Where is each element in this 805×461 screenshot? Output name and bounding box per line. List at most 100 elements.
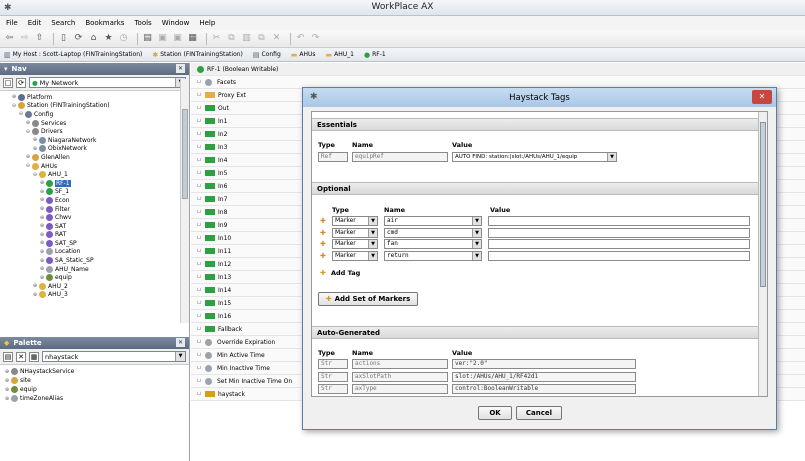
menu-item-file[interactable]: File bbox=[6, 19, 18, 27]
chevron-down-icon[interactable]: ▼ bbox=[472, 251, 481, 260]
expand-icon[interactable]: ⊔ bbox=[197, 365, 205, 371]
expand-icon[interactable]: ⊖ bbox=[11, 103, 17, 109]
expand-icon[interactable]: ⊕ bbox=[39, 180, 45, 186]
close-icon[interactable]: ✕ bbox=[176, 338, 185, 347]
expand-icon[interactable]: ⊔ bbox=[197, 261, 205, 267]
breadcrumb-item[interactable]: ▥ My Host : Scott-Laptop (FINTrainingStat… bbox=[4, 51, 142, 59]
expand-icon[interactable]: ⊖ bbox=[25, 163, 31, 169]
chevron-down-icon[interactable]: ▼ bbox=[607, 153, 616, 161]
tree-node[interactable]: ⊕ SF_1 bbox=[0, 188, 189, 197]
chevron-down-icon[interactable]: ▼ bbox=[368, 217, 377, 225]
duplicate-icon[interactable]: ⧉ bbox=[256, 33, 267, 44]
expand-icon[interactable]: ⊖ bbox=[25, 129, 31, 135]
expand-icon[interactable]: ⊕ bbox=[4, 387, 10, 393]
breadcrumb-item[interactable]: ▬ AHUs bbox=[291, 51, 316, 59]
chevron-down-icon[interactable]: ▼ bbox=[472, 217, 481, 225]
expand-icon[interactable]: ⊔ bbox=[197, 248, 205, 254]
remove-tag-icon[interactable]: ✚ bbox=[320, 240, 328, 248]
menu-item-tools[interactable]: Tools bbox=[134, 19, 151, 27]
expand-icon[interactable]: ⊕ bbox=[39, 275, 45, 281]
expand-icon[interactable]: ⊕ bbox=[39, 206, 45, 212]
expand-icon[interactable]: ⊔ bbox=[197, 92, 205, 98]
expand-icon[interactable]: ⊕ bbox=[32, 137, 38, 143]
save-bar-icon[interactable]: ▦ bbox=[187, 33, 198, 44]
tree-node[interactable]: ⊕ Econ bbox=[0, 196, 189, 205]
expand-icon[interactable]: ⊔ bbox=[197, 118, 205, 124]
refresh-icon[interactable]: ⟳ bbox=[73, 33, 84, 44]
expand-icon[interactable]: ⊔ bbox=[197, 196, 205, 202]
redo-icon[interactable]: ↷ bbox=[310, 33, 321, 44]
expand-icon[interactable]: ⊕ bbox=[25, 120, 31, 126]
tag-name-combo[interactable]: fan ▼ bbox=[384, 239, 482, 249]
cancel-button[interactable]: Cancel bbox=[516, 406, 562, 420]
expand-icon[interactable]: ⊕ bbox=[39, 240, 45, 246]
scroll-thumb[interactable] bbox=[760, 122, 766, 287]
expand-icon[interactable]: ⊔ bbox=[197, 170, 205, 176]
refresh-icon[interactable]: ⟳ bbox=[16, 77, 26, 88]
tag-type-select[interactable]: Marker ▼ bbox=[332, 239, 378, 249]
expand-icon[interactable]: ⊔ bbox=[197, 391, 205, 397]
palette-item[interactable]: ⊕ NHaystackService bbox=[0, 367, 189, 376]
tree-node[interactable]: ⊕ Filter bbox=[0, 205, 189, 214]
expand-icon[interactable]: ⊔ bbox=[197, 157, 205, 163]
expand-icon[interactable]: ⊕ bbox=[32, 146, 38, 152]
expand-icon[interactable]: ⊖ bbox=[32, 172, 38, 178]
tree-node[interactable]: ⊖ AHUs bbox=[0, 162, 189, 171]
delete-icon[interactable]: ✕ bbox=[271, 33, 282, 44]
expand-icon[interactable]: ⊕ bbox=[4, 396, 10, 402]
ok-button[interactable]: OK bbox=[478, 406, 512, 420]
expand-icon[interactable]: ⊕ bbox=[39, 197, 45, 203]
history-icon[interactable]: ◷ bbox=[118, 33, 129, 44]
tree-node[interactable]: ⊕ AHU_Name bbox=[0, 265, 189, 274]
nav-scrollbar[interactable] bbox=[180, 79, 189, 323]
new-icon[interactable]: □ bbox=[3, 77, 13, 88]
tree-node[interactable]: ⊕ Location bbox=[0, 248, 189, 257]
tree-node[interactable]: ⊕ ObixNetwork bbox=[0, 145, 189, 154]
palette-item[interactable]: ⊕ equip bbox=[0, 385, 189, 394]
menu-item-edit[interactable]: Edit bbox=[28, 19, 42, 27]
expand-icon[interactable]: ⊕ bbox=[39, 266, 45, 272]
expand-icon[interactable]: ⊕ bbox=[39, 258, 45, 264]
expand-icon[interactable]: ⊕ bbox=[39, 249, 45, 255]
expand-icon[interactable]: ⊔ bbox=[197, 235, 205, 241]
remove-tag-icon[interactable]: ✚ bbox=[320, 229, 328, 237]
tree-node[interactable]: ⊕ Platform bbox=[0, 93, 189, 102]
tree-node[interactable]: ⊕ SAT_SP bbox=[0, 239, 189, 248]
expand-icon[interactable]: ⊔ bbox=[197, 339, 205, 345]
breadcrumb-item[interactable]: ● RF-1 bbox=[364, 51, 386, 59]
tree-node[interactable]: ⊕ SA_Static_SP bbox=[0, 256, 189, 265]
dialog-scrollbar[interactable] bbox=[758, 112, 767, 396]
open-palette-icon[interactable]: ▤ bbox=[3, 351, 13, 362]
tag-name-combo[interactable]: return ▼ bbox=[384, 250, 482, 261]
tag-type-select[interactable]: Marker ▼ bbox=[332, 250, 378, 261]
forward-icon[interactable]: ⇨ bbox=[19, 33, 30, 44]
expand-icon[interactable]: ⊕ bbox=[39, 189, 45, 195]
chevron-down-icon[interactable]: ▼ bbox=[472, 240, 481, 248]
expand-icon[interactable]: ⊔ bbox=[197, 313, 205, 319]
equipref-select[interactable]: AUTO FIND: station:|slot:/AHUs/AHU_1/equ… bbox=[452, 152, 617, 162]
palette-item[interactable]: ⊕ timeZoneAlias bbox=[0, 394, 189, 403]
tree-node[interactable]: ⊖ Drivers bbox=[0, 127, 189, 136]
menu-item-window[interactable]: Window bbox=[162, 19, 190, 27]
breadcrumb-item[interactable]: ✱ Station (FINTrainingStation) bbox=[152, 51, 243, 59]
tree-node[interactable]: ⊕ equip bbox=[0, 273, 189, 282]
tree-node[interactable]: ⊕ AHU_2 bbox=[0, 282, 189, 291]
palette-select[interactable]: nhaystack ▼ bbox=[42, 351, 186, 362]
tree-node[interactable]: ⊕ Chwv bbox=[0, 213, 189, 222]
open-icon[interactable]: ▤ bbox=[142, 33, 153, 44]
tag-type-select[interactable]: Marker ▼ bbox=[332, 227, 378, 238]
expand-icon[interactable]: ⊕ bbox=[39, 232, 45, 238]
side-bar-icon[interactable]: ▯ bbox=[58, 33, 69, 44]
tree-node[interactable]: ⊖ AHU_1 bbox=[0, 170, 189, 179]
expand-icon[interactable]: ⊕ bbox=[4, 378, 10, 384]
expand-icon[interactable]: ⊕ bbox=[4, 369, 10, 375]
expand-icon[interactable]: ⊔ bbox=[197, 222, 205, 228]
tree-node[interactable]: ⊕ RAT bbox=[0, 231, 189, 240]
expand-icon[interactable]: ⊔ bbox=[197, 183, 205, 189]
chevron-down-icon[interactable]: ▼ bbox=[368, 240, 377, 248]
close-palette-icon[interactable]: ✕ bbox=[16, 351, 26, 362]
paste-icon[interactable]: ▥ bbox=[241, 33, 252, 44]
tree-node[interactable]: ⊕ NiagaraNetwork bbox=[0, 136, 189, 145]
expand-icon[interactable]: ⊔ bbox=[197, 144, 205, 150]
chevron-down-icon[interactable]: ▼ bbox=[368, 228, 377, 237]
